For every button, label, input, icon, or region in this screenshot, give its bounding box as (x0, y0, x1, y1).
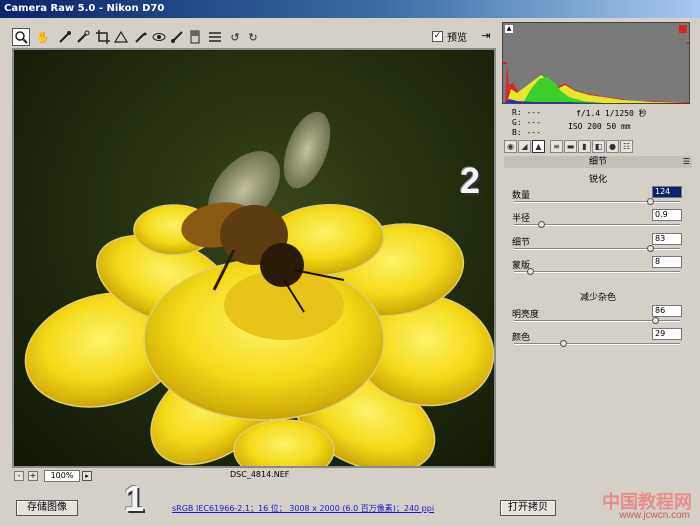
preview-label: 预览 (447, 33, 467, 44)
panel-menu-icon[interactable]: ☰ (683, 156, 690, 168)
tab-split-toning-icon[interactable]: ▬ (564, 140, 577, 153)
amount-value-field[interactable]: 124 (652, 186, 682, 198)
rotate-right-icon[interactable]: ↻ (244, 28, 262, 46)
annotation-step-2: 2 (460, 160, 481, 201)
hand-icon[interactable]: ✋ (34, 28, 52, 46)
slider-detail[interactable]: 细节 83 (512, 233, 682, 255)
zoom-level-field[interactable]: 100% (44, 470, 80, 482)
luminance-value-field[interactable]: 86 (652, 305, 682, 317)
slider-track[interactable] (514, 201, 680, 203)
color-sampler-icon[interactable] (74, 28, 92, 46)
histogram: ▲ (502, 22, 690, 104)
slider-masking[interactable]: 蒙版 8 (512, 256, 682, 278)
slider-radius[interactable]: 半径 0.9 (512, 209, 682, 231)
bottom-bar: 存储图像 sRGB IEC61966-2.1；16 位； 3008 x 2000… (0, 498, 700, 526)
crop-icon[interactable] (94, 28, 112, 46)
camera-raw-dialog: ✋ ↺ ↻ ✓ 预览 ⇥ - + 100% ▸ DSC_4814.NEF ▲ R… (0, 18, 700, 526)
preview-toggle[interactable]: ✓ 预览 (432, 29, 467, 44)
zoom-menu-arrow-icon[interactable]: ▸ (82, 471, 92, 481)
exif-aperture-shutter: f/1.4 1/1250 秒 (576, 109, 647, 118)
slider-amount[interactable]: 数量 124 (512, 186, 682, 208)
white-balance-icon[interactable] (56, 28, 74, 46)
open-copy-button[interactable]: 打开拷贝 (500, 500, 556, 516)
pixel-readout: R: --- G: --- B: --- f/1.4 1/1250 秒 ISO … (502, 106, 692, 140)
tab-camera-calibration-icon[interactable]: ● (606, 140, 619, 153)
slider-thumb[interactable] (560, 340, 568, 347)
slider-label: 细节 (512, 238, 531, 248)
preview-checkbox[interactable]: ✓ (432, 31, 443, 42)
tab-effects-icon[interactable]: ◧ (592, 140, 605, 153)
annotation-step-1: 1 (124, 478, 145, 519)
panel-header: 细节 ☰ (504, 156, 692, 168)
watermark-url: www.jcwcn.com (619, 510, 690, 521)
save-image-button[interactable]: 存储图像 (16, 500, 78, 516)
slider-thumb[interactable] (526, 268, 534, 275)
zoom-in-button[interactable]: + (28, 471, 38, 481)
zoom-icon[interactable] (12, 28, 30, 46)
slider-label: 颜色 (512, 333, 531, 343)
workflow-options-link[interactable]: sRGB IEC61966-2.1；16 位； 3008 x 2000 (6.0… (172, 503, 434, 514)
tab-tone-curve-icon[interactable]: ◢ (518, 140, 531, 153)
image-status-bar: - + 100% ▸ DSC_4814.NEF (12, 470, 496, 484)
slider-thumb[interactable] (646, 245, 654, 252)
file-name: DSC_4814.NEF (230, 470, 290, 479)
readout-r: R: --- (512, 108, 541, 117)
rotate-left-icon[interactable]: ↺ (226, 28, 244, 46)
sharpening-title: 锐化 (588, 175, 607, 185)
histogram-graph (503, 42, 689, 103)
readout-b: B: --- (512, 128, 541, 137)
slider-track[interactable] (514, 271, 680, 273)
slider-thumb[interactable] (646, 198, 654, 205)
zoom-out-button[interactable]: - (14, 471, 24, 481)
photo-bee-on-flower (24, 111, 494, 466)
detail-value-field[interactable]: 83 (652, 233, 682, 245)
window-title-bar: Camera Raw 5.0 - Nikon D70 (0, 0, 700, 18)
straighten-icon[interactable] (112, 28, 130, 46)
right-panel: ▲ R: --- G: --- B: --- f/1.4 1/1250 秒 IS… (502, 22, 696, 494)
slider-label: 半径 (512, 214, 531, 224)
slider-luminance[interactable]: 明亮度 86 (512, 305, 682, 327)
masking-value-field[interactable]: 8 (652, 256, 682, 268)
window-title: Camera Raw 5.0 - Nikon D70 (4, 3, 165, 14)
tab-presets-icon[interactable]: ☷ (620, 140, 633, 153)
fullscreen-icon[interactable]: ⇥ (478, 29, 494, 45)
panel-title: 细节 (588, 157, 607, 167)
slider-thumb[interactable] (651, 317, 659, 324)
toolbar: ✋ ↺ ↻ ✓ 预览 ⇥ (12, 26, 496, 48)
red-eye-icon[interactable] (150, 28, 168, 46)
slider-label: 明亮度 (512, 310, 540, 320)
tab-detail-icon[interactable]: ▲ (532, 140, 545, 153)
exif-iso-focal: ISO 200 50 mm (568, 122, 631, 131)
spot-removal-icon[interactable] (132, 28, 150, 46)
panel-tabs: ◉ ◢ ▲ ≡ ▬ ▮ ◧ ● ☷ (504, 140, 694, 154)
noise-reduction-title: 减少杂色 (579, 293, 616, 303)
tab-basic-icon[interactable]: ◉ (504, 140, 517, 153)
slider-color[interactable]: 颜色 29 (512, 328, 682, 350)
highlight-clipping-warning[interactable] (679, 25, 687, 33)
slider-track[interactable] (514, 248, 680, 250)
slider-label: 数量 (512, 191, 531, 201)
preferences-icon[interactable] (206, 28, 224, 46)
adjustment-brush-icon[interactable] (168, 28, 186, 46)
graduated-filter-icon[interactable] (186, 28, 204, 46)
readout-g: G: --- (512, 118, 541, 127)
image-preview[interactable] (12, 48, 496, 468)
radius-value-field[interactable]: 0.9 (652, 209, 682, 221)
shadow-clipping-warning[interactable]: ▲ (505, 25, 513, 33)
slider-thumb[interactable] (538, 221, 545, 228)
tab-lens-icon[interactable]: ▮ (578, 140, 591, 153)
slider-track[interactable] (514, 343, 680, 345)
tab-hsl-icon[interactable]: ≡ (550, 140, 563, 153)
color-value-field[interactable]: 29 (652, 328, 682, 340)
